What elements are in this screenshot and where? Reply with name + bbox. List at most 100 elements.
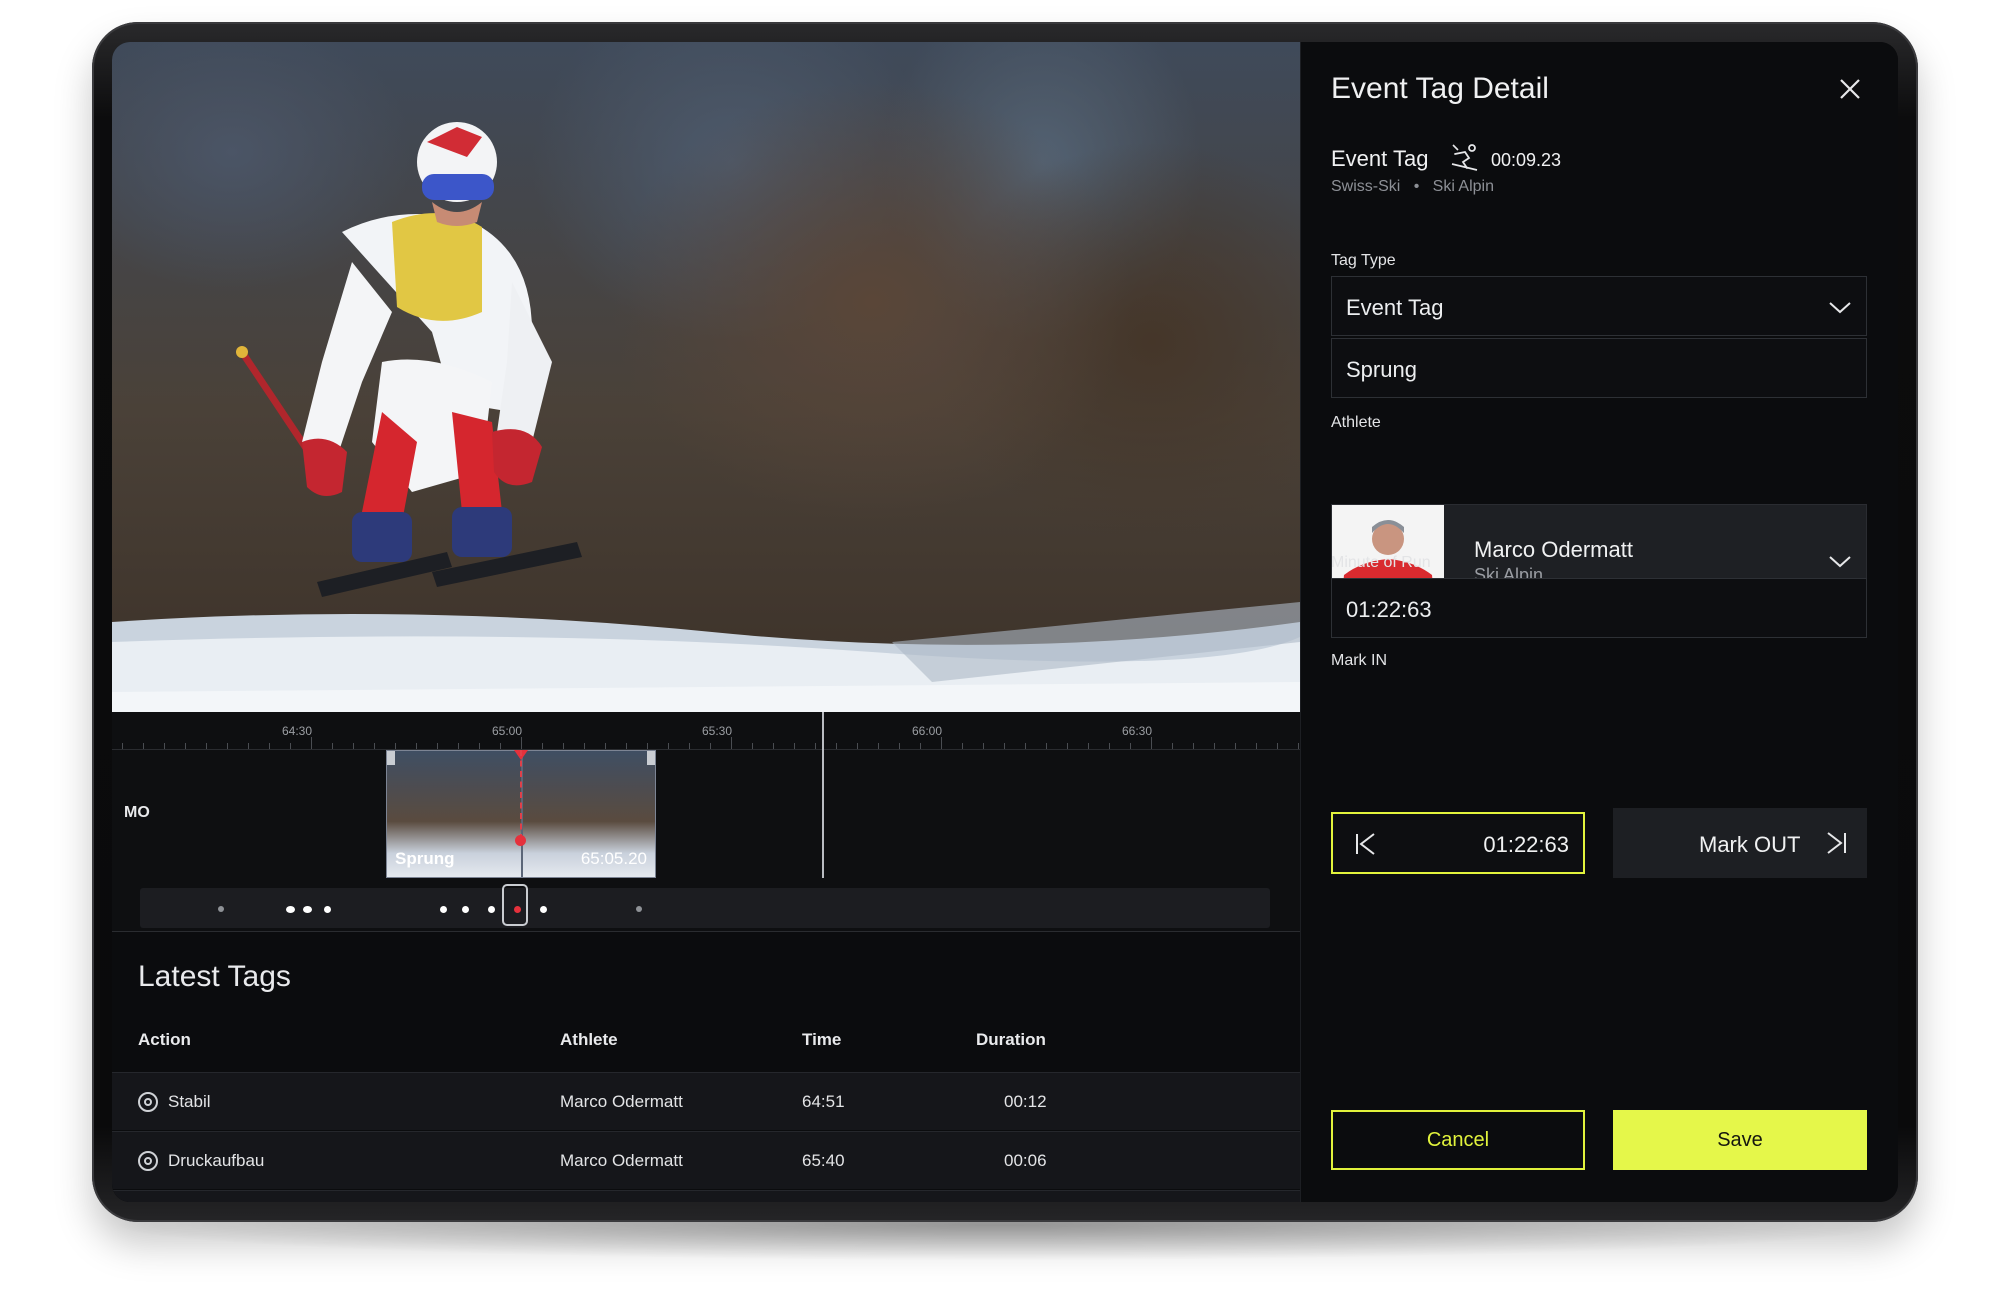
tick-mark [122,743,123,749]
tag-type-label: Tag Type [1331,252,1396,269]
tick-mark [710,743,711,749]
tick-mark [269,743,270,749]
mark-in-button[interactable]: 01:22:63 [1331,812,1585,874]
cell-athlete: Marco Odermatt [560,1151,683,1170]
tick-mark [353,743,354,749]
column-header-athlete: Athlete [560,1030,618,1049]
timeline-ruler: 64:30 65:00 65:30 66:00 66:30 [112,712,1300,750]
tick-mark [479,743,480,749]
column-header-time: Time [802,1030,842,1049]
cell-time: 65:40 [802,1151,845,1170]
tag-marker[interactable] [540,906,547,913]
tick-mark [1235,743,1236,749]
tick-mark [647,743,648,749]
minute-of-run-field[interactable]: 01:22:63 [1331,578,1867,638]
tag-marker[interactable] [324,906,331,913]
clip-name: Sprung [395,849,455,868]
tick-mark [290,743,291,749]
tick-mark [983,743,984,749]
tag-marker[interactable] [488,906,495,913]
overview-scrubber[interactable] [112,882,1300,932]
table-row-partial[interactable] [112,1190,1300,1202]
tick-mark [626,743,627,749]
tick-label: 65:30 [701,724,733,738]
mark-out-button[interactable]: Mark OUT [1613,808,1867,878]
athlete-label: Athlete [1331,414,1381,431]
tick-mark [395,743,396,749]
panel-title: Event Tag Detail [1331,72,1549,105]
tick-mark [248,743,249,749]
tag-marker[interactable] [440,906,447,913]
clip-handle-right[interactable] [647,751,655,765]
tag-marker[interactable] [462,906,469,913]
tick-mark [437,743,438,749]
event-tag-detail-panel: Event Tag Detail Event Tag 00:09.23 Swis… [1300,42,1898,1202]
tick-mark [500,743,501,749]
mark-out-icon [1827,832,1846,854]
save-button[interactable]: Save [1613,1110,1867,1170]
cancel-button[interactable]: Cancel [1331,1110,1585,1170]
tick-mark [227,743,228,749]
tick-mark [962,743,963,749]
tick-mark [374,743,375,749]
tick-mark [311,737,312,749]
tick-mark [1214,743,1215,749]
tick-mark [164,743,165,749]
clip-handle-left[interactable] [387,751,395,765]
tag-marker[interactable] [303,906,312,913]
scrubber-track[interactable] [140,888,1270,928]
tick-mark [605,743,606,749]
tick-mark [1088,743,1089,749]
tick-label: 66:00 [911,724,943,738]
tick-mark [416,743,417,749]
tick-mark [1067,743,1068,749]
mark-out-label: Mark OUT [1699,832,1801,857]
latest-tags-section: Latest Tags Action Athlete Time Duration… [112,932,1300,1202]
cell-action: Stabil [168,1092,211,1111]
timeline[interactable]: 64:30 65:00 65:30 66:00 66:30 MO Sprung … [112,712,1300,882]
tag-marker[interactable] [286,906,295,913]
close-icon[interactable] [1833,72,1867,106]
cell-athlete: Marco Odermatt [560,1092,683,1111]
tick-mark [668,743,669,749]
chevron-down-icon [1829,302,1851,314]
mark-in-value: 01:22:63 [1483,832,1569,857]
tick-mark [773,743,774,749]
tag-type-select[interactable]: Event Tag [1331,276,1867,336]
tick-mark [185,743,186,749]
tick-mark [584,743,585,749]
tick-mark [542,743,543,749]
tick-mark [1151,737,1152,749]
tick-label: 65:00 [491,724,523,738]
video-player[interactable] [112,42,1300,712]
meta-org: Swiss-Ski [1331,178,1401,195]
event-meta: Swiss-Ski • Ski Alpin [1331,178,1494,196]
event-time: 00:09.23 [1491,150,1562,170]
track-label: MO [124,804,150,821]
scrubber-thumb[interactable] [502,884,528,926]
athlete-name: Marco Odermatt [1474,537,1633,562]
timeline-cursor [822,712,824,878]
tag-marker[interactable] [218,906,224,912]
tick-mark [857,743,858,749]
tick-mark [836,743,837,749]
table-row[interactable]: Stabil Marco Odermatt 64:51 00:12 [112,1072,1300,1130]
section-title: Latest Tags [138,960,291,993]
minute-of-run-value: 01:22:63 [1346,597,1432,622]
tick-mark [731,737,732,749]
playhead-dot[interactable] [515,835,526,846]
tick-mark [458,743,459,749]
tick-mark [1172,743,1173,749]
tick-mark [1130,743,1131,749]
minute-of-run-label: Minute of Run [1331,554,1431,571]
tick-mark [563,743,564,749]
cell-duration: 00:06 [1004,1151,1047,1170]
tick-mark [1004,743,1005,749]
tag-marker[interactable] [636,906,642,912]
skier-figure [236,122,582,597]
tag-name-field[interactable]: Sprung [1331,338,1867,398]
cell-time: 64:51 [802,1092,845,1111]
tick-label: 64:30 [281,724,313,738]
table-row[interactable]: Druckaufbau Marco Odermatt 65:40 00:06 [112,1131,1300,1189]
target-icon [138,1151,158,1171]
